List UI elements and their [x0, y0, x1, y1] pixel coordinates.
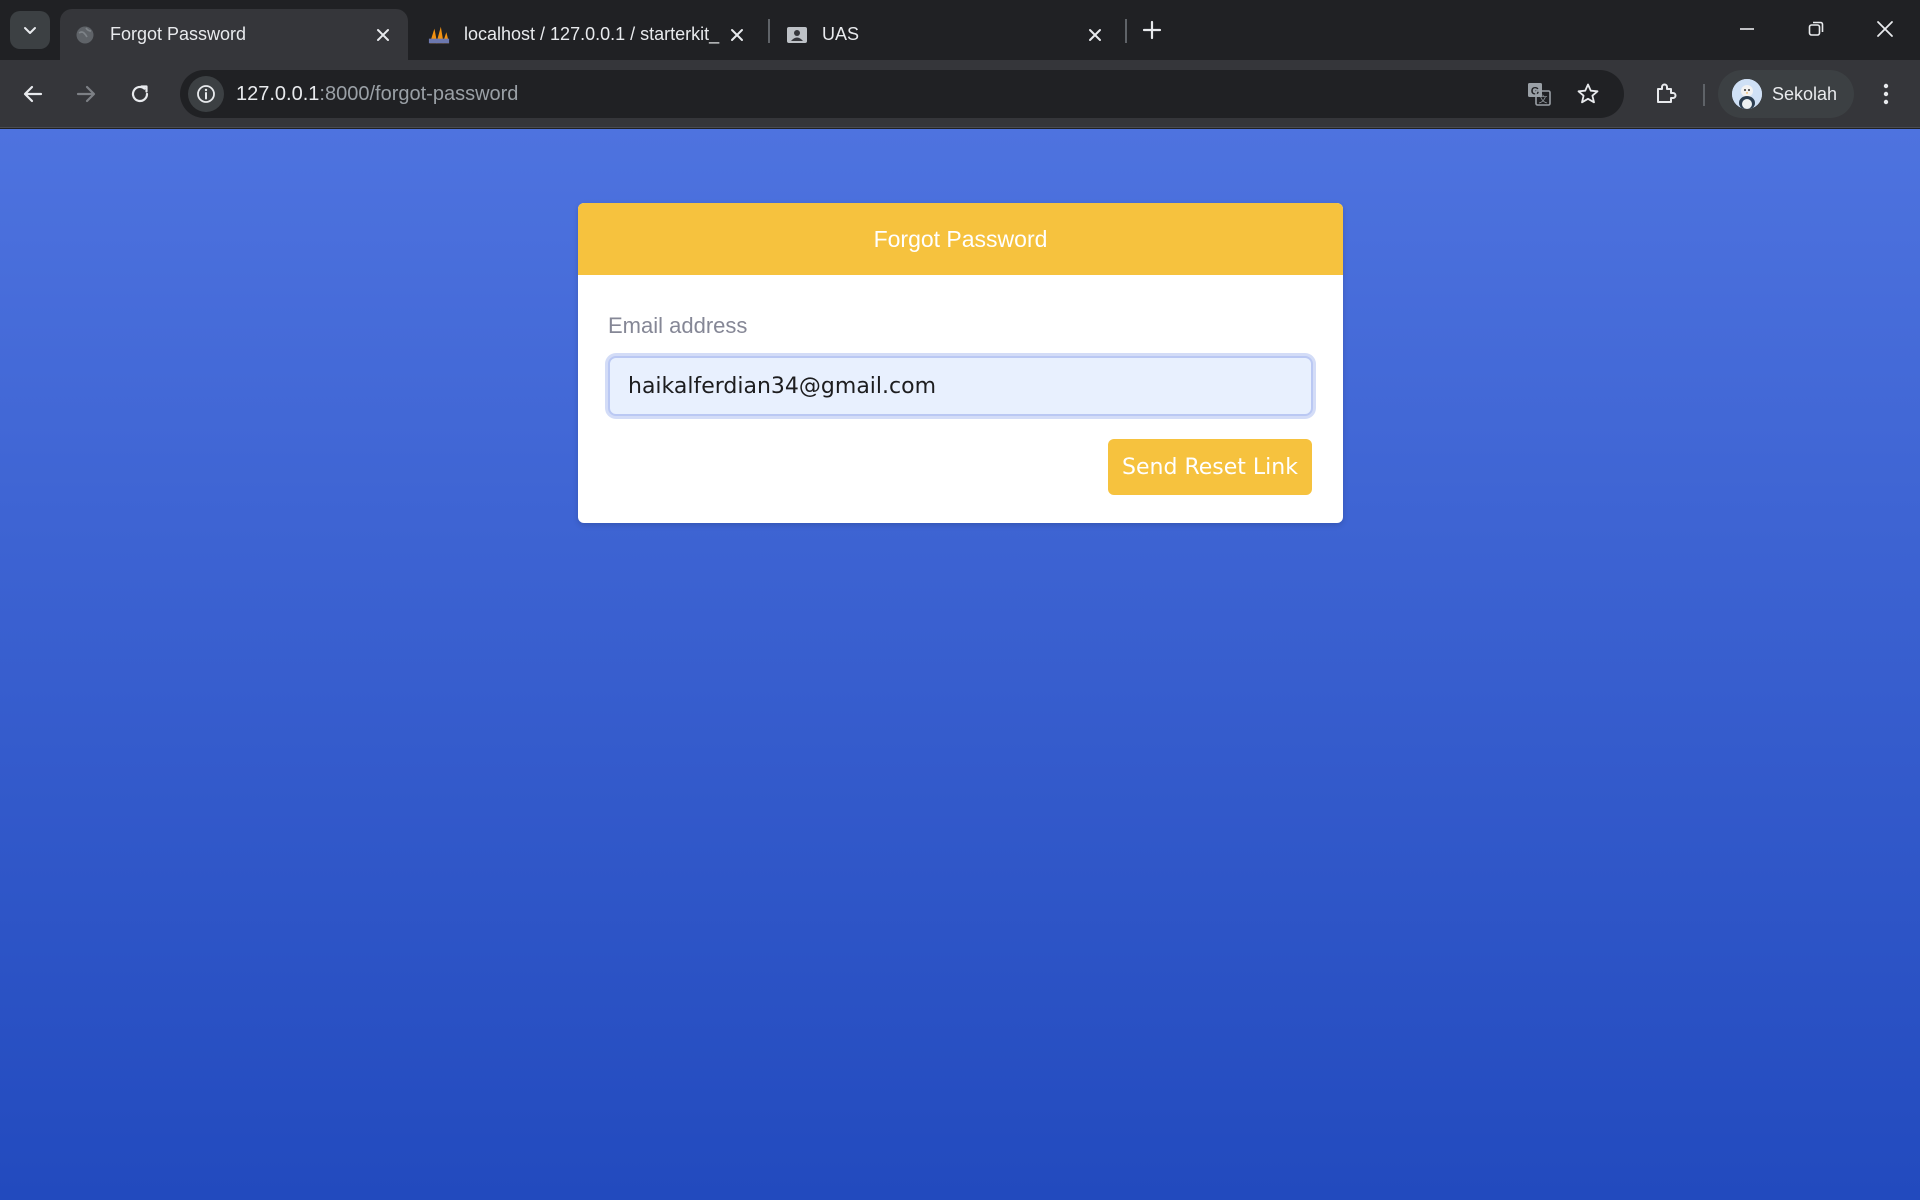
- email-label: Email address: [608, 313, 748, 338]
- info-icon: [197, 85, 215, 103]
- star-icon: [1577, 83, 1599, 104]
- tab-search-button[interactable]: [10, 11, 50, 49]
- url-text[interactable]: 127.0.0.1:8000/forgot-password: [236, 83, 518, 106]
- translate-button[interactable]: G文: [1524, 79, 1554, 109]
- site-info-button[interactable]: [188, 76, 224, 112]
- email-field[interactable]: [608, 356, 1313, 416]
- minimize-icon: [1740, 28, 1754, 30]
- close-window-button[interactable]: [1860, 6, 1910, 52]
- card-header: Forgot Password: [578, 203, 1343, 275]
- svg-text:文: 文: [1538, 94, 1547, 106]
- card-body: Email address Send Reset Link: [578, 275, 1343, 523]
- tab-uas[interactable]: UAS: [772, 9, 1120, 60]
- tab-strip: Forgot Password localhost / 127.0.0.1 / …: [0, 0, 1920, 60]
- bookmark-button[interactable]: [1573, 79, 1603, 109]
- send-reset-link-button[interactable]: Send Reset Link: [1108, 439, 1312, 495]
- forgot-password-card: Forgot Password Email address Send Reset…: [578, 203, 1343, 523]
- back-button[interactable]: [13, 74, 53, 114]
- extensions-button[interactable]: [1648, 76, 1684, 112]
- contact-card-icon: [786, 24, 808, 46]
- tab-title: UAS: [822, 24, 860, 44]
- arrow-right-icon: [76, 85, 96, 103]
- profile-button[interactable]: Sekolah: [1718, 70, 1854, 118]
- address-bar[interactable]: 127.0.0.1:8000/forgot-password G文: [180, 70, 1624, 118]
- chevron-down-icon: [24, 27, 36, 34]
- puzzle-icon: [1657, 83, 1677, 103]
- phpmyadmin-icon: [428, 24, 450, 46]
- browser-toolbar: 127.0.0.1:8000/forgot-password G文 Sekola…: [0, 60, 1920, 128]
- browser-menu-button[interactable]: [1868, 76, 1904, 112]
- tab-title: localhost / 127.0.0.1 / starterkit_: [464, 24, 720, 44]
- restore-button[interactable]: [1791, 6, 1841, 52]
- plus-icon: [1142, 20, 1162, 40]
- tab-title: Forgot Password: [110, 24, 247, 44]
- close-icon[interactable]: [1080, 20, 1110, 50]
- page-background: Forgot Password Email address Send Reset…: [0, 129, 1920, 1200]
- close-icon[interactable]: [722, 20, 752, 50]
- tab-phpmyadmin[interactable]: localhost / 127.0.0.1 / starterkit_: [414, 9, 762, 60]
- tab-separator: [768, 19, 770, 43]
- url-host: 127.0.0.1: [236, 83, 320, 105]
- tab-separator: [1125, 19, 1127, 43]
- more-vertical-icon: [1883, 83, 1889, 105]
- url-path: :8000/forgot-password: [319, 83, 519, 105]
- new-tab-button[interactable]: [1136, 12, 1168, 48]
- close-icon: [1877, 21, 1893, 37]
- tab-forgot-password[interactable]: Forgot Password: [60, 9, 408, 60]
- globe-icon: [74, 24, 96, 46]
- avatar: [1732, 79, 1762, 109]
- restore-icon: [1808, 21, 1824, 36]
- toolbar-separator: [1703, 84, 1705, 106]
- reload-icon: [131, 85, 149, 103]
- reload-button[interactable]: [120, 74, 160, 114]
- minimize-button[interactable]: [1722, 6, 1772, 52]
- close-icon[interactable]: [368, 20, 398, 50]
- translate-icon: G文: [1528, 83, 1551, 106]
- forward-button[interactable]: [66, 74, 106, 114]
- arrow-left-icon: [23, 85, 43, 103]
- profile-name: Sekolah: [1772, 83, 1838, 104]
